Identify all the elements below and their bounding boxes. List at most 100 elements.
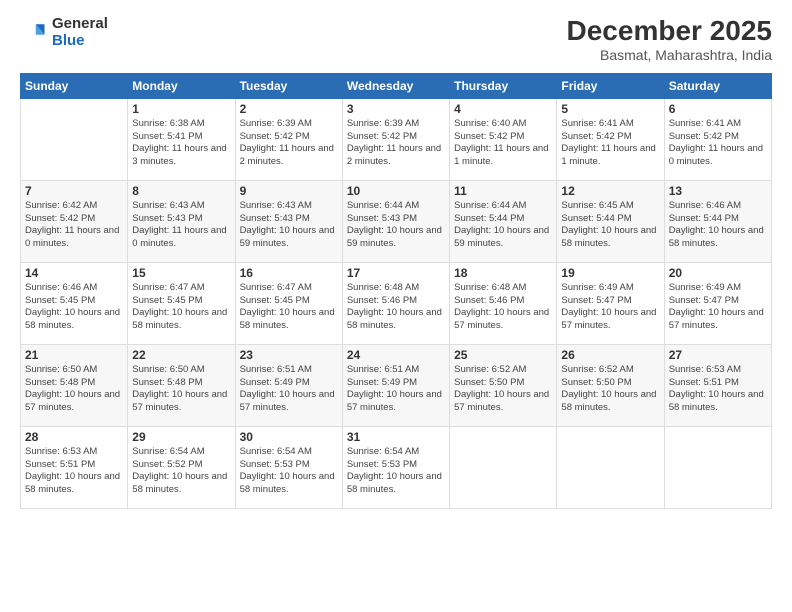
calendar-week-row: 28Sunrise: 6:53 AMSunset: 5:51 PMDayligh… <box>21 426 772 508</box>
day-number: 15 <box>132 266 230 280</box>
day-number: 14 <box>25 266 123 280</box>
table-row: 9 Sunrise: 6:43 AMSunset: 5:43 PMDaylight… <box>235 180 342 262</box>
day-info: Sunrise: 6:51 AMSunset: 5:49 PMDaylight:… <box>240 364 338 415</box>
day-info: Sunrise: 6:38 AMSunset: 5:41 PMDaylight:… <box>132 118 230 169</box>
day-number: 4 <box>454 102 552 116</box>
day-number: 2 <box>240 102 338 116</box>
day-number: 5 <box>561 102 659 116</box>
day-number: 27 <box>669 348 767 362</box>
table-row: 29 Sunrise: 6:54 AMSunset: 5:52 PMDayligh… <box>128 426 235 508</box>
table-row: 22 Sunrise: 6:50 AMSunset: 5:48 PMDayligh… <box>128 344 235 426</box>
day-number: 18 <box>454 266 552 280</box>
day-number: 23 <box>240 348 338 362</box>
table-row: 12 Sunrise: 6:45 AMSunset: 5:44 PMDayligh… <box>557 180 664 262</box>
day-number: 29 <box>132 430 230 444</box>
table-row: 31 Sunrise: 6:54 AMSunset: 5:53 PMDayligh… <box>342 426 449 508</box>
day-info: Sunrise: 6:47 AMSunset: 5:45 PMDaylight:… <box>132 282 230 333</box>
day-info: Sunrise: 6:54 AMSunset: 5:52 PMDaylight:… <box>132 446 230 497</box>
logo-text: General Blue <box>52 16 108 49</box>
day-info: Sunrise: 6:39 AMSunset: 5:42 PMDaylight:… <box>347 118 445 169</box>
table-row: 15 Sunrise: 6:47 AMSunset: 5:45 PMDayligh… <box>128 262 235 344</box>
header-tuesday: Tuesday <box>235 73 342 98</box>
table-row: 11Sunrise: 6:44 AMSunset: 5:44 PMDayligh… <box>450 180 557 262</box>
table-row: 3Sunrise: 6:39 AMSunset: 5:42 PMDaylight… <box>342 98 449 180</box>
day-info: Sunrise: 6:47 AMSunset: 5:45 PMDaylight:… <box>240 282 338 333</box>
table-row <box>21 98 128 180</box>
day-number: 11 <box>454 184 552 198</box>
logo: General Blue <box>20 16 108 49</box>
day-number: 12 <box>561 184 659 198</box>
day-number: 7 <box>25 184 123 198</box>
table-row: 1 Sunrise: 6:38 AMSunset: 5:41 PMDaylight… <box>128 98 235 180</box>
table-row: 21 Sunrise: 6:50 AMSunset: 5:48 PMDayligh… <box>21 344 128 426</box>
logo-blue: Blue <box>52 32 85 49</box>
table-row: 26Sunrise: 6:52 AMSunset: 5:50 PMDayligh… <box>557 344 664 426</box>
calendar-week-row: 1 Sunrise: 6:38 AMSunset: 5:41 PMDaylight… <box>21 98 772 180</box>
day-info: Sunrise: 6:50 AMSunset: 5:48 PMDaylight:… <box>132 364 230 415</box>
calendar-header-row: Sunday Monday Tuesday Wednesday Thursday… <box>21 73 772 98</box>
day-info: Sunrise: 6:43 AMSunset: 5:43 PMDaylight:… <box>132 200 230 251</box>
header-saturday: Saturday <box>664 73 771 98</box>
day-info: Sunrise: 6:44 AMSunset: 5:43 PMDaylight:… <box>347 200 445 251</box>
day-number: 1 <box>132 102 230 116</box>
table-row: 14 Sunrise: 6:46 AMSunset: 5:45 PMDayligh… <box>21 262 128 344</box>
day-info: Sunrise: 6:46 AMSunset: 5:45 PMDaylight:… <box>25 282 123 333</box>
logo-general: General <box>52 15 108 32</box>
day-info: Sunrise: 6:41 AMSunset: 5:42 PMDaylight:… <box>561 118 659 169</box>
day-info: Sunrise: 6:50 AMSunset: 5:48 PMDaylight:… <box>25 364 123 415</box>
table-row: 20 Sunrise: 6:49 AMSunset: 5:47 PMDayligh… <box>664 262 771 344</box>
table-row: 16 Sunrise: 6:47 AMSunset: 5:45 PMDayligh… <box>235 262 342 344</box>
day-info: Sunrise: 6:52 AMSunset: 5:50 PMDaylight:… <box>561 364 659 415</box>
day-number: 9 <box>240 184 338 198</box>
logo-icon <box>20 19 48 47</box>
table-row: 8 Sunrise: 6:43 AMSunset: 5:43 PMDaylight… <box>128 180 235 262</box>
day-info: Sunrise: 6:40 AMSunset: 5:42 PMDaylight:… <box>454 118 552 169</box>
table-row: 10Sunrise: 6:44 AMSunset: 5:43 PMDayligh… <box>342 180 449 262</box>
table-row: 27 Sunrise: 6:53 AMSunset: 5:51 PMDayligh… <box>664 344 771 426</box>
day-info: Sunrise: 6:52 AMSunset: 5:50 PMDaylight:… <box>454 364 552 415</box>
day-number: 6 <box>669 102 767 116</box>
header-monday: Monday <box>128 73 235 98</box>
day-number: 8 <box>132 184 230 198</box>
day-info: Sunrise: 6:51 AMSunset: 5:49 PMDaylight:… <box>347 364 445 415</box>
day-info: Sunrise: 6:49 AMSunset: 5:47 PMDaylight:… <box>561 282 659 333</box>
day-number: 31 <box>347 430 445 444</box>
table-row: 13 Sunrise: 6:46 AMSunset: 5:44 PMDayligh… <box>664 180 771 262</box>
day-number: 16 <box>240 266 338 280</box>
day-info: Sunrise: 6:49 AMSunset: 5:47 PMDaylight:… <box>669 282 767 333</box>
table-row: 2 Sunrise: 6:39 AMSunset: 5:42 PMDaylight… <box>235 98 342 180</box>
header-sunday: Sunday <box>21 73 128 98</box>
day-info: Sunrise: 6:53 AMSunset: 5:51 PMDaylight:… <box>669 364 767 415</box>
day-info: Sunrise: 6:54 AMSunset: 5:53 PMDaylight:… <box>347 446 445 497</box>
day-info: Sunrise: 6:42 AMSunset: 5:42 PMDaylight:… <box>25 200 123 251</box>
day-number: 20 <box>669 266 767 280</box>
title-block: December 2025 Basmat, Maharashtra, India <box>567 16 772 63</box>
table-row: 25Sunrise: 6:52 AMSunset: 5:50 PMDayligh… <box>450 344 557 426</box>
day-info: Sunrise: 6:43 AMSunset: 5:43 PMDaylight:… <box>240 200 338 251</box>
table-row: 6 Sunrise: 6:41 AMSunset: 5:42 PMDaylight… <box>664 98 771 180</box>
header: General Blue December 2025 Basmat, Mahar… <box>20 16 772 63</box>
day-info: Sunrise: 6:39 AMSunset: 5:42 PMDaylight:… <box>240 118 338 169</box>
table-row: 7 Sunrise: 6:42 AMSunset: 5:42 PMDaylight… <box>21 180 128 262</box>
calendar-week-row: 7 Sunrise: 6:42 AMSunset: 5:42 PMDaylight… <box>21 180 772 262</box>
day-info: Sunrise: 6:48 AMSunset: 5:46 PMDaylight:… <box>454 282 552 333</box>
day-info: Sunrise: 6:41 AMSunset: 5:42 PMDaylight:… <box>669 118 767 169</box>
day-number: 28 <box>25 430 123 444</box>
day-number: 13 <box>669 184 767 198</box>
day-number: 21 <box>25 348 123 362</box>
calendar-week-row: 21 Sunrise: 6:50 AMSunset: 5:48 PMDayligh… <box>21 344 772 426</box>
table-row: 4 Sunrise: 6:40 AMSunset: 5:42 PMDaylight… <box>450 98 557 180</box>
header-wednesday: Wednesday <box>342 73 449 98</box>
day-number: 24 <box>347 348 445 362</box>
table-row: 23 Sunrise: 6:51 AMSunset: 5:49 PMDayligh… <box>235 344 342 426</box>
header-friday: Friday <box>557 73 664 98</box>
day-info: Sunrise: 6:45 AMSunset: 5:44 PMDaylight:… <box>561 200 659 251</box>
table-row: 19 Sunrise: 6:49 AMSunset: 5:47 PMDayligh… <box>557 262 664 344</box>
day-number: 19 <box>561 266 659 280</box>
day-info: Sunrise: 6:46 AMSunset: 5:44 PMDaylight:… <box>669 200 767 251</box>
day-number: 30 <box>240 430 338 444</box>
calendar-week-row: 14 Sunrise: 6:46 AMSunset: 5:45 PMDayligh… <box>21 262 772 344</box>
day-number: 22 <box>132 348 230 362</box>
table-row: 18 Sunrise: 6:48 AMSunset: 5:46 PMDayligh… <box>450 262 557 344</box>
day-info: Sunrise: 6:54 AMSunset: 5:53 PMDaylight:… <box>240 446 338 497</box>
